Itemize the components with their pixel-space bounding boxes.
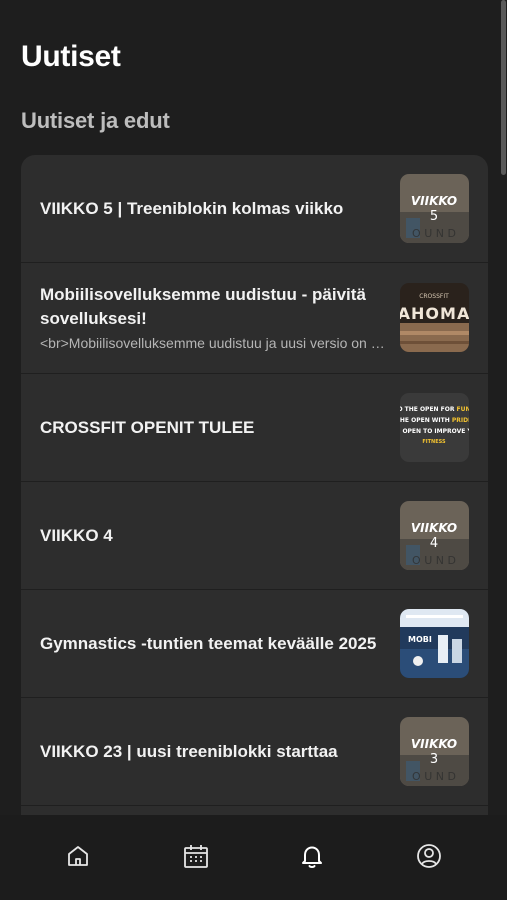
svg-text:MOBI: MOBI (408, 635, 432, 644)
svg-text:O U N D: O U N D (412, 770, 456, 783)
tab-calendar[interactable] (181, 841, 211, 871)
bell-icon (302, 846, 322, 868)
news-item[interactable]: VIIKKO 23 | uusi treeniblokki starttaa V… (21, 698, 488, 806)
section-title: Uutiset ja edut (21, 108, 170, 133)
tab-notifications[interactable] (297, 841, 327, 871)
news-snippet: <br>Mobiilisovelluksemme uudistuu ja uus… (40, 335, 390, 351)
tab-home[interactable] (63, 841, 93, 871)
thumb-number: 5 (430, 209, 438, 224)
news-screen: Uutiset Uutiset ja edut VIIKKO 5 | Treen… (0, 0, 507, 900)
news-text: Gymnastics -tuntien teemat keväälle 2025 (40, 590, 390, 697)
news-text: VIIKKO 5 | Treeniblokin kolmas viikko (40, 155, 390, 262)
news-text: CROSSFIT OPENIT TULEE (40, 374, 390, 481)
news-text: Mobiilisovelluksemme uudistuu - päivitä … (40, 263, 390, 373)
svg-text:FITNESS: FITNESS (422, 439, 446, 445)
news-list: VIIKKO 5 | Treeniblokin kolmas viikko VI… (21, 155, 488, 835)
news-thumbnail: VIIKKO 5 O U N D (400, 173, 469, 243)
news-thumbnail: CROSSFIT AHOMA (400, 283, 469, 352)
thumb-label: VIIKKO (411, 737, 457, 751)
news-thumbnail: MOBI (400, 608, 469, 678)
svg-text:THE OPEN WITH PRIDE: THE OPEN WITH PRIDE (400, 417, 469, 424)
svg-text:CROSSFIT: CROSSFIT (419, 293, 449, 300)
page-title: Uutiset (21, 40, 121, 73)
profile-icon (417, 844, 441, 868)
scrollbar[interactable] (501, 0, 506, 175)
thumb-number: 3 (430, 752, 438, 767)
thumb-number: 4 (430, 536, 438, 551)
news-title: CROSSFIT OPENIT TULEE (40, 417, 255, 437)
news-item[interactable]: VIIKKO 5 | Treeniblokin kolmas viikko VI… (21, 155, 488, 263)
news-title: VIIKKO 23 | uusi treeniblokki starttaa (40, 741, 338, 761)
news-thumbnail: VIIKKO 4 O U N D (400, 500, 469, 570)
svg-text:E OPEN TO IMPROVE Y: E OPEN TO IMPROVE Y (400, 428, 469, 435)
svg-text:O THE OPEN FOR FUN: O THE OPEN FOR FUN (400, 406, 469, 413)
svg-text:O U N D: O U N D (412, 554, 456, 567)
news-title: VIIKKO 4 (40, 525, 113, 545)
news-item[interactable]: VIIKKO 4 VIIKKO 4 O U N D (21, 482, 488, 590)
thumb-label: VIIKKO (411, 194, 457, 208)
news-title: Mobiilisovelluksemme uudistuu - päivitä … (40, 285, 366, 328)
bottom-tab-bar (0, 815, 507, 900)
news-item[interactable]: Mobiilisovelluksemme uudistuu - päivitä … (21, 263, 488, 374)
calendar-icon (184, 845, 208, 868)
news-item[interactable]: CROSSFIT OPENIT TULEE O THE OPEN FOR FUN… (21, 374, 488, 482)
news-title: Gymnastics -tuntien teemat keväälle 2025 (40, 633, 377, 653)
news-text: VIIKKO 23 | uusi treeniblokki starttaa (40, 698, 390, 805)
home-icon (68, 846, 88, 866)
news-item[interactable]: Gymnastics -tuntien teemat keväälle 2025… (21, 590, 488, 698)
news-title: VIIKKO 5 | Treeniblokin kolmas viikko (40, 198, 344, 218)
news-thumbnail: O THE OPEN FOR FUN THE OPEN WITH PRIDE E… (400, 392, 469, 462)
svg-text:O U N D: O U N D (412, 227, 456, 240)
tab-profile[interactable] (414, 841, 444, 871)
news-thumbnail: VIIKKO 3 O U N D (400, 716, 469, 786)
svg-text:AHOMA: AHOMA (400, 304, 469, 323)
news-text: VIIKKO 4 (40, 482, 390, 589)
thumb-label: VIIKKO (411, 521, 457, 535)
